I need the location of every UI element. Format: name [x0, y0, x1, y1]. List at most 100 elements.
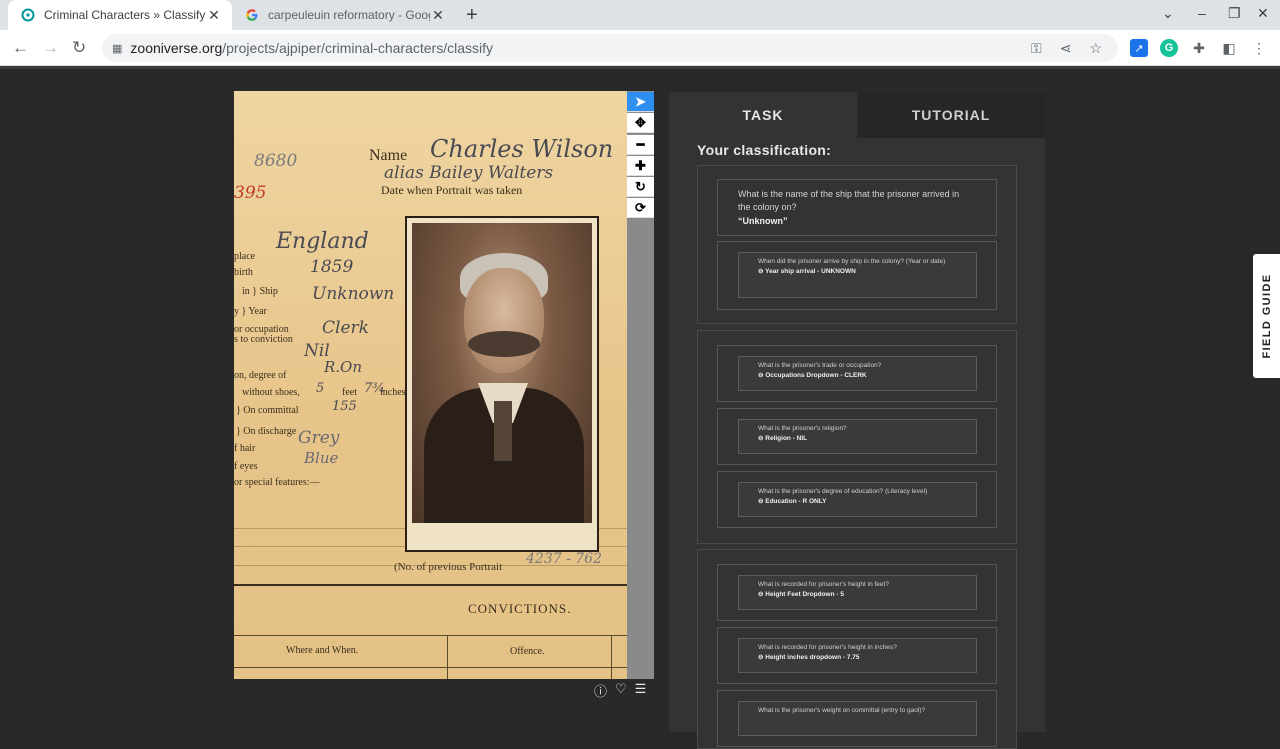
hw-occupation: Clerk — [322, 318, 369, 338]
reset-icon[interactable]: ⟳ — [627, 198, 654, 218]
question-ship-name: What is the name of the ship that the pr… — [738, 189, 960, 212]
answer-box-ship-year: When did the prisoner arrive by ship in … — [738, 252, 977, 298]
label-ship: in } Ship — [242, 286, 278, 297]
prisoner-portrait — [412, 223, 592, 523]
zoom-out-icon[interactable]: ━ — [627, 135, 654, 155]
close-tab-icon[interactable]: ✕ — [430, 7, 446, 24]
minimize-icon[interactable]: – — [1198, 5, 1206, 21]
site-info-icon[interactable]: ▦ — [112, 42, 122, 55]
answer-box-weight: What is the prisoner's weight on committ… — [738, 701, 977, 736]
answer-card-ship-year: When did the prisoner arrive by ship in … — [717, 241, 997, 310]
pointer-icon[interactable]: ➤ — [627, 92, 654, 112]
label-inches: inches — [380, 387, 406, 398]
collections-list-icon[interactable]: ☰ — [635, 681, 647, 700]
field-guide-label: FIELD GUIDE — [1260, 273, 1273, 359]
hw-eyes: Blue — [304, 449, 339, 467]
answer-card-weight: What is the prisoner's weight on committ… — [717, 690, 997, 747]
hw-name: Charles Wilson — [430, 135, 614, 163]
close-window-icon[interactable]: ✕ — [1257, 5, 1269, 22]
label-date-portrait: Date when Portrait was taken — [381, 183, 523, 197]
hw-hair: Grey — [298, 428, 340, 448]
hw-ship: Unknown — [312, 284, 395, 304]
label-where-when: Where and When. — [286, 645, 359, 656]
key-icon[interactable]: ⚿ — [1031, 40, 1042, 57]
question-weight: What is the prisoner's weight on committ… — [758, 707, 926, 714]
answer-card-height-feet: What is recorded for prisoner's height i… — [717, 564, 997, 621]
restore-icon[interactable]: ❐ — [1228, 5, 1241, 22]
answer-box-education: What is the prisoner's degree of educati… — [738, 482, 977, 517]
label-convictions: CONVICTIONS. — [468, 601, 572, 616]
url-path: /projects/ajpiper/criminal-characters/cl… — [222, 40, 493, 56]
site-header-strip — [0, 66, 1280, 69]
share-icon[interactable]: ⋖ — [1060, 40, 1072, 57]
side-panel-icon[interactable]: ◧ — [1220, 39, 1238, 57]
question-education: What is the prisoner's degree of educati… — [758, 488, 928, 495]
hw-committal: 155 — [332, 399, 357, 414]
question-occupation: What is the prisoner's trade or occupati… — [758, 362, 882, 369]
zoom-in-icon[interactable]: ✚ — [627, 156, 654, 176]
answer-box-height-feet: What is recorded for prisoner's height i… — [738, 575, 977, 610]
favorite-heart-icon[interactable]: ♡ — [615, 681, 627, 700]
label-on-committal: } On committal — [236, 405, 299, 416]
answer-ship-year: ⊖ Year ship arrival - UNKNOWN — [758, 268, 856, 275]
extensions-puzzle-icon[interactable]: ✚ — [1190, 39, 1208, 57]
forward-icon[interactable]: → — [42, 38, 59, 58]
answer-card-education: What is the prisoner's degree of educati… — [717, 471, 997, 528]
record-number: 8680 — [254, 151, 298, 171]
google-icon — [244, 7, 260, 23]
label-birth: birth — [234, 267, 253, 278]
answer-card-religion: What is the prisoner's religion? ⊖ Relig… — [717, 408, 997, 465]
bookmark-star-icon[interactable]: ☆ — [1089, 40, 1102, 57]
hw-place: England — [276, 229, 369, 254]
hw-alias: alias Bailey Walters — [384, 163, 554, 183]
answer-occupation: ⊖ Occupations Dropdown - CLERK — [758, 372, 867, 379]
label-offence: Offence. — [510, 646, 545, 657]
label-without-shoes: without shoes, — [242, 387, 300, 398]
hw-feet: 5 — [316, 381, 325, 396]
address-bar[interactable]: ▦ zooniverse.org/projects/ajpiper/crimin… — [102, 34, 1118, 62]
hw-prev-portrait: 4237 - 762 — [526, 551, 602, 567]
tab-title: carpeuleuin reformatory - Google — [268, 8, 430, 22]
answer-ship-name: “Unknown” — [738, 216, 788, 226]
browser-tab-criminal-characters[interactable]: Criminal Characters » Classify ✕ — [8, 0, 232, 30]
reload-icon[interactable]: ↻ — [72, 38, 86, 58]
viewer-toolbar: ➤ ✥ ━ ✚ ↻ ⟳ — [627, 91, 654, 679]
task-panel: TASK TUTORIAL Your classification: What … — [669, 92, 1045, 749]
tab-search-icon[interactable]: ⌄ — [1162, 5, 1174, 22]
label-hair: f hair — [234, 443, 256, 454]
question-height-feet: What is recorded for prisoner's height i… — [758, 581, 889, 588]
url-domain: zooniverse.org — [130, 40, 223, 56]
grammarly-icon[interactable]: G — [1160, 39, 1178, 57]
answer-height-inches: ⊖ Height inches dropdown - 7.75 — [758, 654, 860, 661]
tab-tutorial[interactable]: TUTORIAL — [857, 92, 1045, 138]
panel-tabs: TASK TUTORIAL — [669, 92, 1045, 138]
question-height-inches: What is recorded for prisoner's height i… — [758, 644, 897, 651]
answer-religion: ⊖ Religion - NIL — [758, 435, 808, 442]
tab-task[interactable]: TASK — [669, 92, 857, 138]
close-tab-icon[interactable]: ✕ — [206, 7, 222, 24]
hw-birth: 1859 — [310, 257, 354, 277]
back-icon[interactable]: ← — [12, 38, 29, 58]
move-icon[interactable]: ✥ — [627, 113, 654, 133]
extension-arrow-icon[interactable]: ↗ — [1130, 39, 1148, 57]
answer-education: ⊖ Education - R ONLY — [758, 498, 827, 505]
info-icon[interactable]: ⓘ — [594, 681, 607, 700]
answer-card-ship-name: What is the name of the ship that the pr… — [717, 179, 997, 236]
subject-image[interactable]: 8680 395 Name Charles Wilson alias Baile… — [234, 91, 627, 679]
browser-toolbar: ← → ↻ ▦ zooniverse.org/projects/ajpiper/… — [0, 30, 1280, 66]
label-on-discharge: } On discharge — [236, 426, 297, 437]
browser-tab-bar: Criminal Characters » Classify ✕ carpeul… — [0, 0, 1280, 30]
tab-title: Criminal Characters » Classify — [44, 8, 206, 22]
field-guide-button[interactable]: FIELD GUIDE — [1253, 254, 1280, 378]
browser-tab-google[interactable]: carpeuleuin reformatory - Google ✕ — [232, 0, 456, 30]
answer-box-height-inches: What is recorded for prisoner's height i… — [738, 638, 977, 673]
question-ship-year: When did the prisoner arrive by ship in … — [758, 258, 946, 265]
menu-icon[interactable]: ⋮ — [1250, 39, 1268, 57]
summary-group-personal: What is the prisoner's trade or occupati… — [697, 330, 1017, 544]
label-place: place — [234, 251, 256, 262]
rotate-icon[interactable]: ↻ — [627, 177, 654, 197]
red-number: 395 — [234, 183, 267, 203]
your-classification-heading: Your classification: — [697, 142, 832, 158]
new-tab-button[interactable]: + — [466, 4, 478, 27]
zooniverse-icon — [20, 7, 36, 23]
